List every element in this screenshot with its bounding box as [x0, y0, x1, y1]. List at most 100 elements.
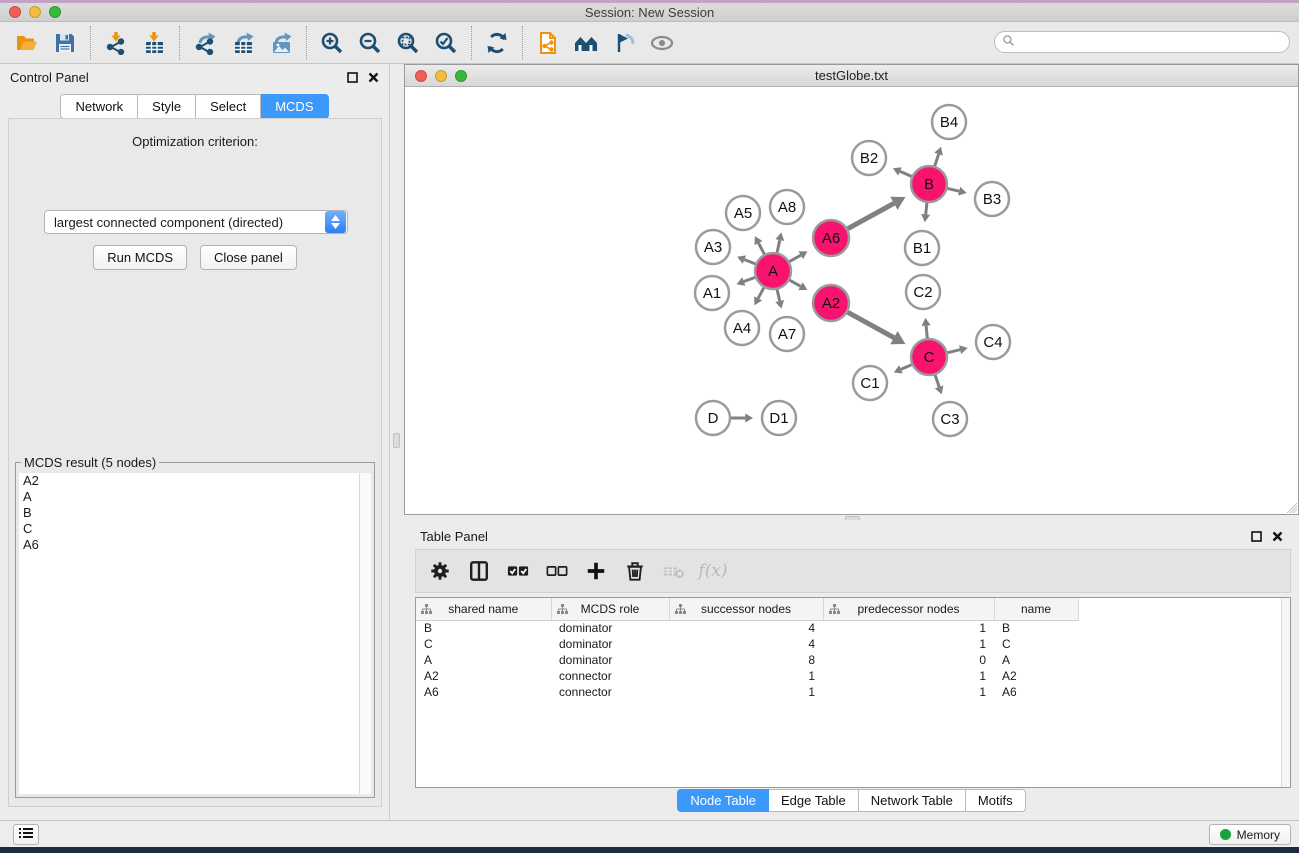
node-table[interactable]: shared nameMCDS rolesuccessor nodesprede… — [416, 598, 1079, 700]
edge-C-C2[interactable] — [926, 326, 927, 338]
graph-node-A4[interactable]: A4 — [725, 311, 759, 345]
table-cell[interactable]: C — [416, 636, 551, 652]
deselect-all-checks-icon[interactable] — [542, 556, 572, 586]
edge-C-C1[interactable] — [901, 365, 912, 370]
edge-A2-C[interactable] — [848, 312, 894, 338]
edge-A-A1[interactable] — [744, 277, 755, 281]
table-cell[interactable]: C — [994, 636, 1078, 652]
zoom-in-icon[interactable] — [313, 26, 351, 60]
edge-A-A8[interactable] — [777, 240, 780, 252]
result-item[interactable]: A — [19, 489, 371, 505]
graph-node-A5[interactable]: A5 — [726, 196, 760, 230]
tab-network[interactable]: Network — [60, 94, 138, 119]
graph-node-B2[interactable]: B2 — [852, 141, 886, 175]
houses-icon[interactable] — [567, 26, 605, 60]
tab-node-table[interactable]: Node Table — [677, 789, 769, 812]
edge-A-A6[interactable] — [790, 255, 801, 261]
table-cell[interactable]: dominator — [551, 636, 669, 652]
graph-node-A1[interactable]: A1 — [695, 276, 729, 310]
table-row[interactable]: A6connector11A6 — [416, 684, 1078, 700]
table-cell[interactable]: B — [416, 620, 551, 636]
table-cell[interactable]: A — [994, 652, 1078, 668]
select-all-checks-icon[interactable] — [503, 556, 533, 586]
graph-node-A7[interactable]: A7 — [770, 317, 804, 351]
refresh-icon[interactable] — [478, 26, 516, 60]
table-cell[interactable]: dominator — [551, 620, 669, 636]
graph-node-B3[interactable]: B3 — [975, 182, 1009, 216]
tab-style[interactable]: Style — [138, 94, 196, 119]
table-scrollbar[interactable] — [1281, 598, 1290, 787]
close-table-panel-icon[interactable] — [1272, 531, 1283, 542]
export-table-icon[interactable] — [224, 26, 262, 60]
table-cell[interactable]: 1 — [669, 684, 823, 700]
result-list-scrollbar[interactable] — [359, 473, 371, 794]
table-cell[interactable]: 4 — [669, 636, 823, 652]
table-row[interactable]: Bdominator41B — [416, 620, 1078, 636]
network-graph[interactable]: AA6A2BCA5A8A3A1A4A7B2B4B3B1C2C4C1C3DD1 — [406, 88, 1299, 514]
network-canvas[interactable]: AA6A2BCA5A8A3A1A4A7B2B4B3B1C2C4C1C3DD1 — [406, 88, 1297, 513]
gear-icon[interactable] — [425, 556, 455, 586]
column-header-MCDS-role[interactable]: MCDS role — [551, 598, 669, 620]
trash-icon[interactable] — [620, 556, 650, 586]
hide-graphics-details-icon[interactable] — [605, 26, 643, 60]
table-cell[interactable]: A6 — [994, 684, 1078, 700]
search-field[interactable] — [994, 31, 1290, 53]
network-window-titlebar[interactable]: testGlobe.txt — [405, 65, 1298, 87]
export-network-icon[interactable] — [186, 26, 224, 60]
run-mcds-button[interactable]: Run MCDS — [93, 245, 187, 270]
result-item[interactable]: A2 — [19, 473, 371, 489]
memory-button[interactable]: Memory — [1209, 824, 1291, 845]
edge-C-C4[interactable] — [948, 350, 961, 353]
table-cell[interactable]: 1 — [823, 636, 994, 652]
tab-select[interactable]: Select — [196, 94, 261, 119]
edge-B-B4[interactable] — [935, 154, 939, 166]
graph-node-D[interactable]: D — [696, 401, 730, 435]
table-cell[interactable]: connector — [551, 684, 669, 700]
edge-A-A7[interactable] — [777, 290, 780, 302]
graph-node-C2[interactable]: C2 — [906, 275, 940, 309]
window-resize-grip[interactable] — [1284, 500, 1297, 513]
graph-node-C1[interactable]: C1 — [853, 366, 887, 400]
table-cell[interactable]: A2 — [416, 668, 551, 684]
export-image-icon[interactable] — [262, 26, 300, 60]
graph-node-A8[interactable]: A8 — [770, 190, 804, 224]
edge-A-A5[interactable] — [759, 243, 765, 254]
open-folder-icon[interactable] — [8, 26, 46, 60]
graph-node-C[interactable]: C — [911, 339, 947, 375]
zoom-selected-icon[interactable] — [427, 26, 465, 60]
result-item[interactable]: A6 — [19, 537, 371, 553]
vertical-splitter-grip[interactable] — [393, 433, 400, 448]
table-cell[interactable]: connector — [551, 668, 669, 684]
import-network-icon[interactable] — [97, 26, 135, 60]
table-cell[interactable]: 1 — [823, 668, 994, 684]
graph-node-C3[interactable]: C3 — [933, 402, 967, 436]
edge-B-B2[interactable] — [900, 171, 912, 176]
graph-node-A[interactable]: A — [755, 253, 791, 289]
float-table-panel-icon[interactable] — [1251, 531, 1262, 542]
graph-node-B[interactable]: B — [911, 166, 947, 202]
graph-node-C4[interactable]: C4 — [976, 325, 1010, 359]
result-item[interactable]: C — [19, 521, 371, 537]
table-cell[interactable]: A6 — [416, 684, 551, 700]
edge-A-A4[interactable] — [758, 288, 764, 299]
table-cell[interactable]: A — [416, 652, 551, 668]
edge-B-B1[interactable] — [926, 203, 927, 215]
criterion-select[interactable]: largest connected component (directed) — [44, 210, 348, 234]
column-header-successor-nodes[interactable]: successor nodes — [669, 598, 823, 620]
column-header-name[interactable]: name — [994, 598, 1078, 620]
table-cell[interactable]: A2 — [994, 668, 1078, 684]
edge-A-A3[interactable] — [744, 260, 755, 264]
table-cell[interactable]: 1 — [823, 620, 994, 636]
table-cell[interactable]: 1 — [823, 684, 994, 700]
float-panel-icon[interactable] — [347, 72, 358, 83]
edge-C-C3[interactable] — [935, 375, 939, 387]
import-table-icon[interactable] — [135, 26, 173, 60]
graph-node-A3[interactable]: A3 — [696, 230, 730, 264]
table-row[interactable]: Adominator80A — [416, 652, 1078, 668]
graph-node-A6[interactable]: A6 — [813, 220, 849, 256]
tab-network-table[interactable]: Network Table — [859, 789, 966, 812]
table-row[interactable]: A2connector11A2 — [416, 668, 1078, 684]
column-header-shared-name[interactable]: shared name — [416, 598, 551, 620]
graph-node-A2[interactable]: A2 — [813, 285, 849, 321]
table-cell[interactable]: 1 — [669, 668, 823, 684]
